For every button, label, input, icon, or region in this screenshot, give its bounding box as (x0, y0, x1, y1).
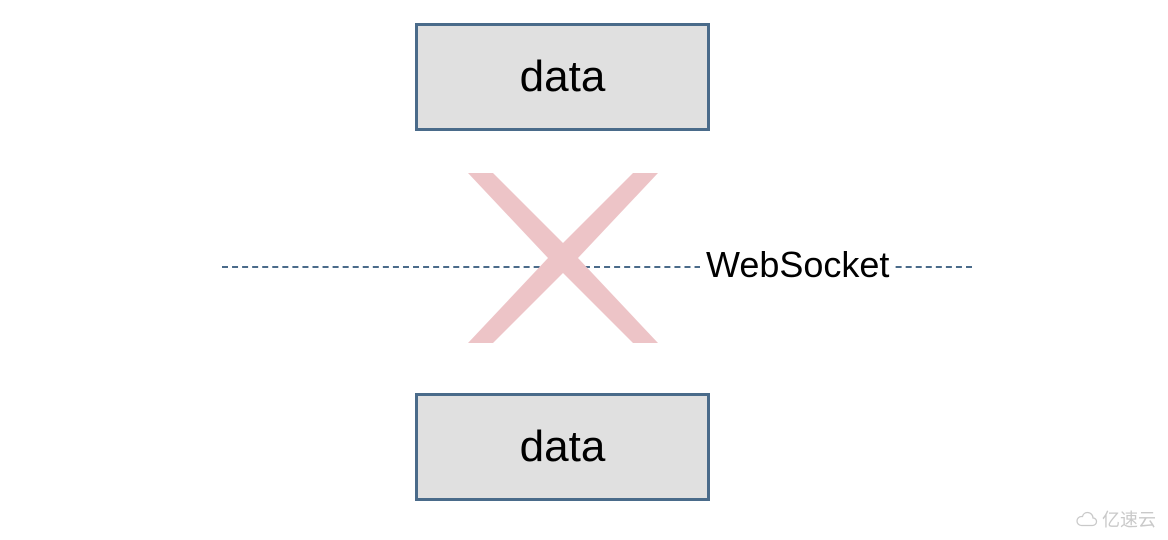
watermark: 亿速云 (1074, 506, 1156, 532)
bottom-data-label: data (520, 422, 606, 472)
websocket-label: WebSocket (700, 244, 895, 286)
broken-connection-x-icon (463, 158, 663, 358)
bottom-data-box: data (415, 393, 710, 501)
top-data-box: data (415, 23, 710, 131)
watermark-text: 亿速云 (1102, 506, 1156, 532)
top-data-label: data (520, 52, 606, 102)
cloud-icon (1074, 511, 1098, 527)
